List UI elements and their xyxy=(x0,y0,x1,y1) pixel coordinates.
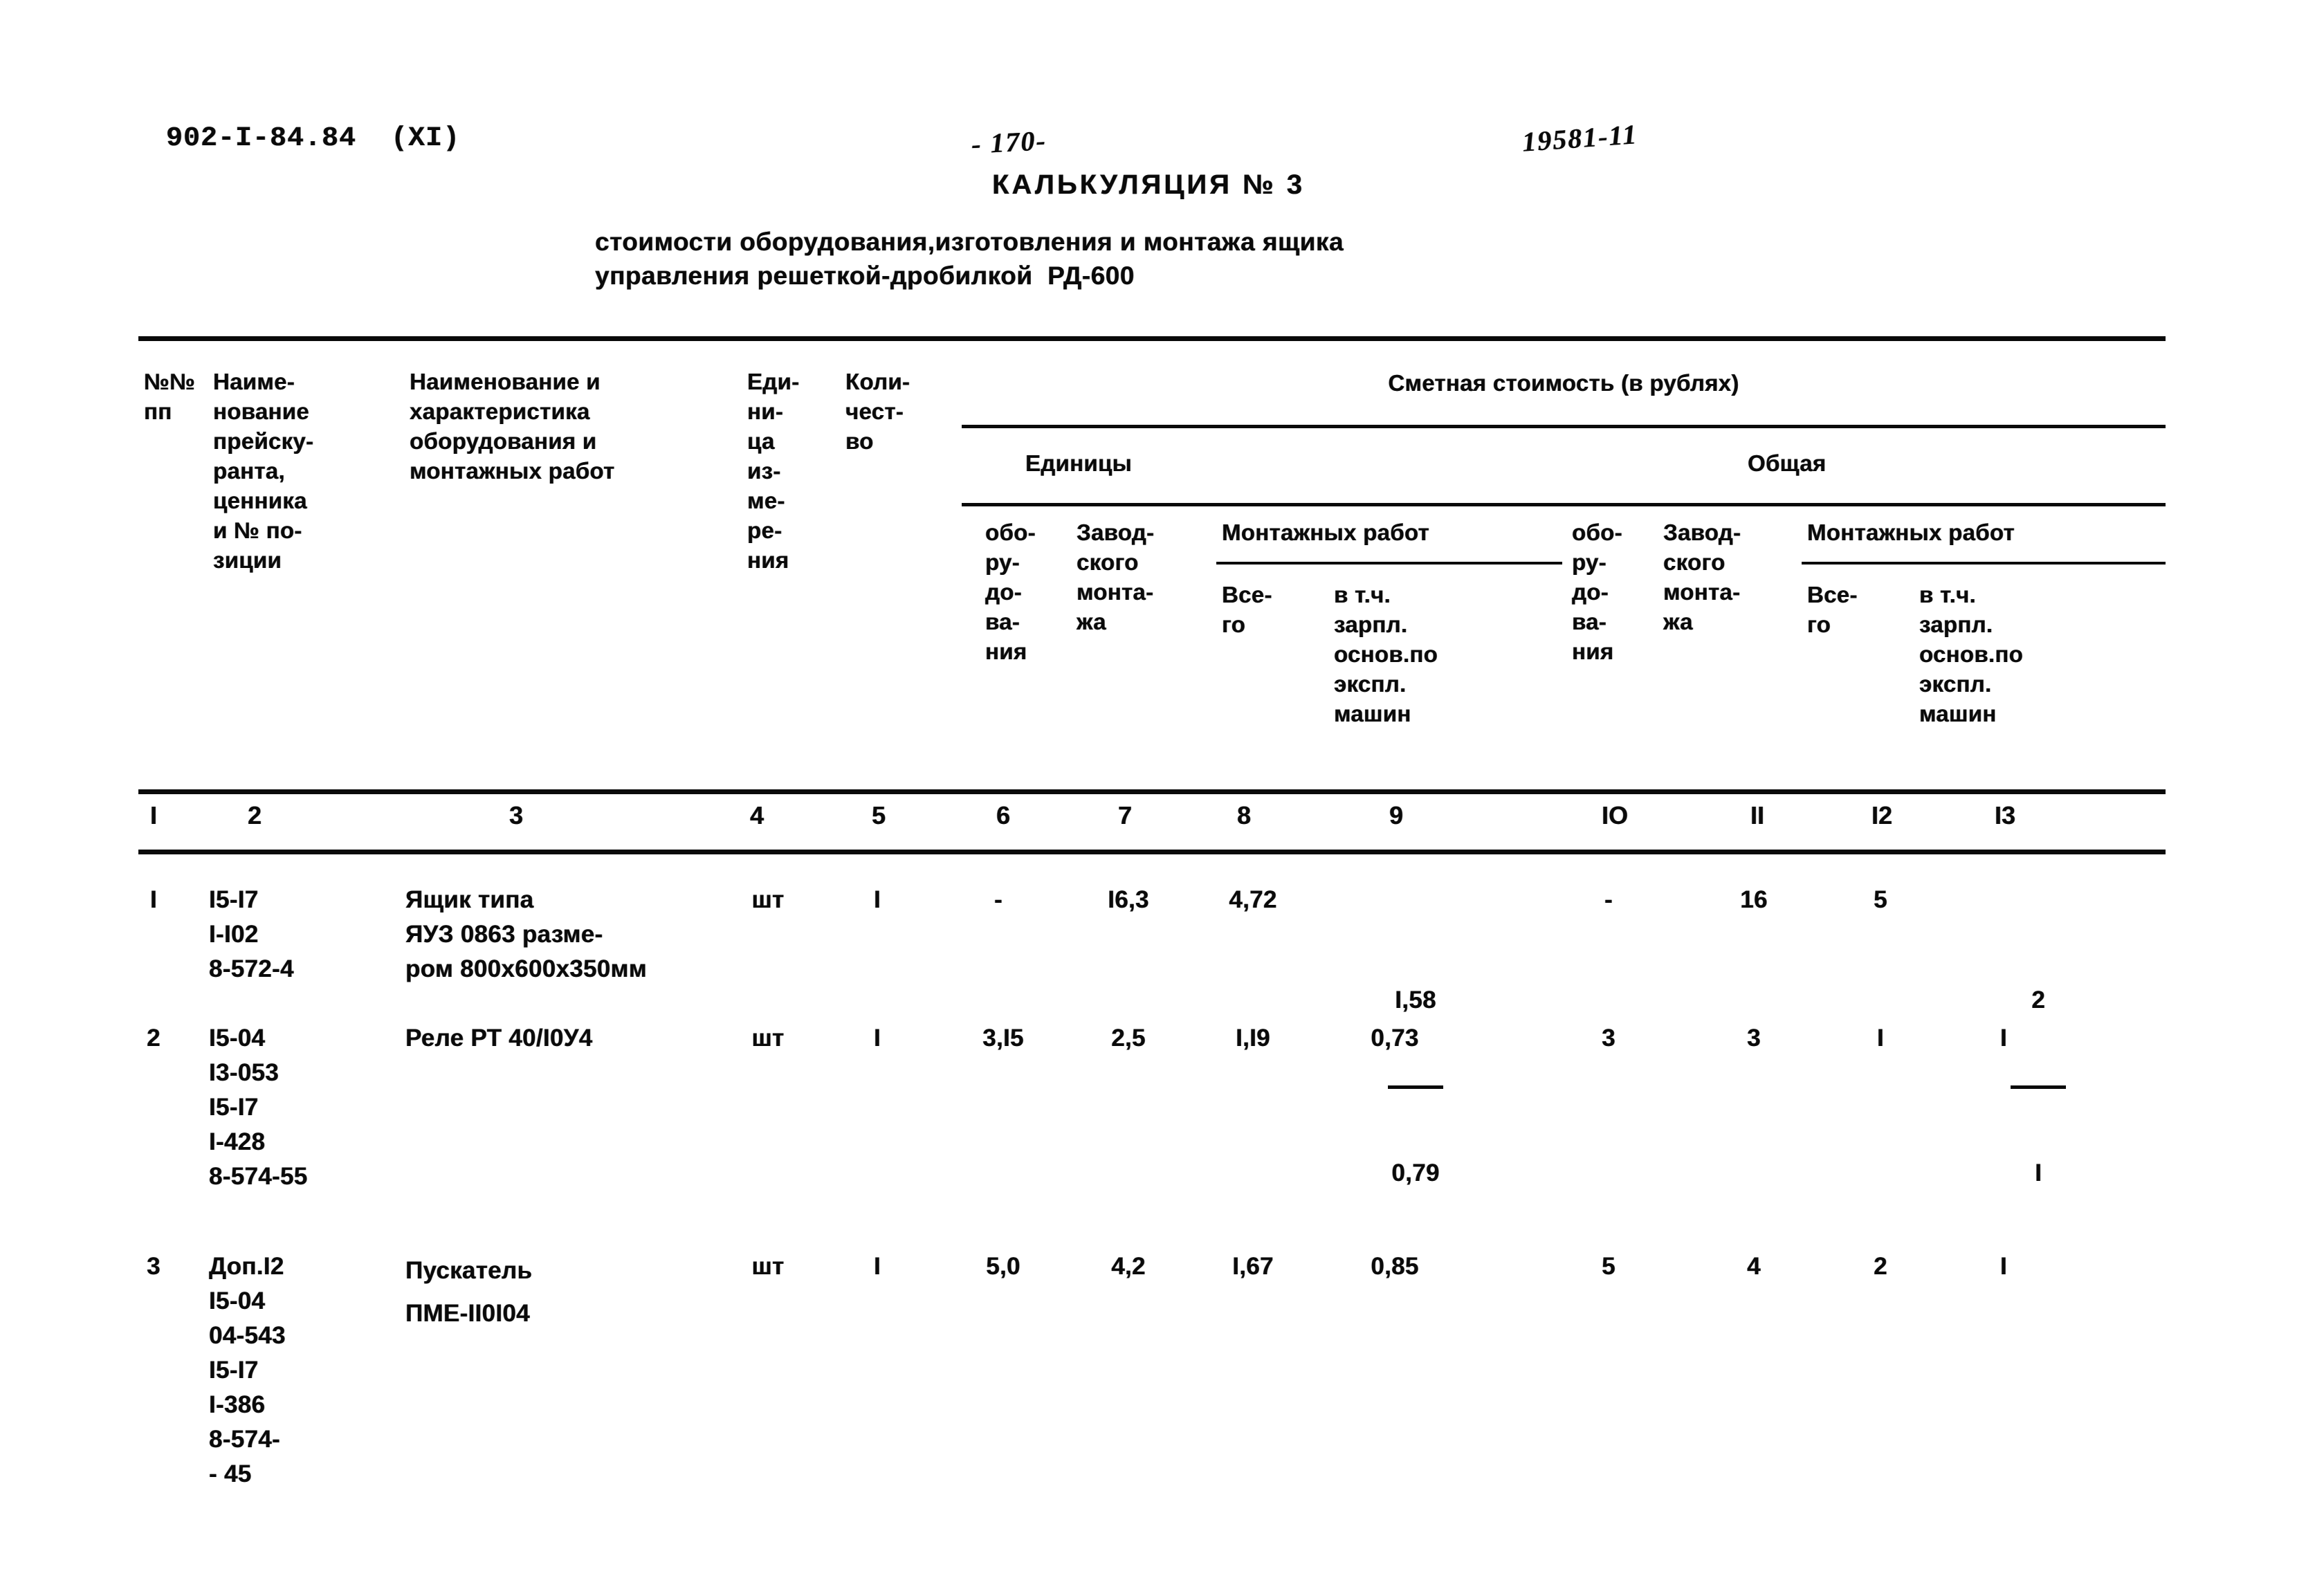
row-unit: шт xyxy=(751,1253,785,1280)
colnum-6: 6 xyxy=(996,801,1011,829)
col-header-equipment-total: обо- ру- до- ва- ния xyxy=(1572,520,1622,664)
row-total-equipment: - xyxy=(1604,886,1613,913)
montazh-unit-rule xyxy=(1216,562,1562,565)
row-number: 2 xyxy=(147,1025,161,1052)
page-subtitle-line1: стоимости оборудования,изготовления и мо… xyxy=(595,228,1344,256)
colnum-1: I xyxy=(149,801,157,829)
colnum-2: 2 xyxy=(247,801,262,829)
col-header-qty: Коли- чест- во xyxy=(845,369,910,454)
colnum-top-rule xyxy=(138,789,2166,794)
col-header-npp: №№ пп xyxy=(144,369,196,424)
montazh-total-rule xyxy=(1802,562,2166,565)
row-total-factory: 3 xyxy=(1747,1025,1761,1052)
row-unit-montazh-salary: 0,85 xyxy=(1371,1253,1419,1280)
row-number: 3 xyxy=(147,1253,161,1280)
col-header-factory-unit: Завод- ского монта- жа xyxy=(1077,520,1155,634)
col-header-montazh-unit: Монтажных работ xyxy=(1222,520,1430,545)
row-pricelist: I5-04 I3-053 I5-I7 I-428 8-574-55 xyxy=(209,1025,308,1190)
row-unit-factory: I6,3 xyxy=(1108,886,1149,913)
row-name: Ящик типа ЯУЗ 0863 разме- ром 800х600х35… xyxy=(405,886,647,982)
row-unit-equipment: 5,0 xyxy=(986,1253,1021,1280)
col-header-unit-group: Единицы xyxy=(1025,450,1133,476)
row-name: Пускатель ПМЕ-II0I04 xyxy=(405,1257,533,1327)
row-qty: I xyxy=(873,1253,881,1280)
row-unit-montazh-salary: 0,73 xyxy=(1371,1025,1419,1052)
row-unit-factory: 2,5 xyxy=(1111,1025,1146,1052)
fraction-bar xyxy=(2011,1085,2067,1089)
colnum-10: IO xyxy=(1601,801,1628,829)
row-name: Реле РТ 40/I0У4 xyxy=(405,1025,593,1052)
col-header-factory-total: Завод- ского монта- жа xyxy=(1663,520,1741,634)
fraction-denominator: I xyxy=(2035,1159,2042,1186)
colnum-11: II xyxy=(1750,801,1764,829)
colnum-bottom-rule xyxy=(138,850,2166,854)
page-number-handwritten: - 170- xyxy=(970,125,1047,160)
col-header-name: Наименование и характеристика оборудован… xyxy=(410,369,615,484)
col-header-pricelist: Наиме- нование прейску- ранта, ценника и… xyxy=(213,369,314,573)
col-header-montazh-salary-total: в т.ч. зарпл. основ.по экспл. машин xyxy=(1919,582,2024,726)
colnum-13: I3 xyxy=(1994,801,2016,829)
row-unit-equipment: - xyxy=(994,886,1003,913)
row-unit: шт xyxy=(751,886,785,913)
row-total-factory: 16 xyxy=(1740,886,1768,913)
row-unit-factory: 4,2 xyxy=(1111,1253,1146,1280)
col-header-montazh-salary-unit: в т.ч. зарпл. основ.по экспл. машин xyxy=(1334,582,1438,726)
row-qty: I xyxy=(873,1025,881,1052)
col-header-montazh-total-total: Все- го xyxy=(1807,582,1858,637)
row-number: I xyxy=(149,886,158,913)
row-unit-montazh-total: I,67 xyxy=(1232,1253,1274,1280)
row-total-montazh-total: 5 xyxy=(1874,886,1887,913)
document-code: 902-I-84.84 (XI) xyxy=(166,123,461,154)
document-page: 902-I-84.84 (XI) - 170- 19581-11 КАЛЬКУЛ… xyxy=(0,0,2297,1596)
colnum-7: 7 xyxy=(1117,801,1133,829)
row-qty: I xyxy=(873,886,881,913)
colnum-4: 4 xyxy=(749,801,765,829)
row-pricelist: Доп.I2 I5-04 04-543 I5-I7 I-386 8-574- -… xyxy=(209,1253,286,1487)
page-subtitle-line2: управления решеткой-дробилкой РД-600 xyxy=(595,262,1135,290)
col-header-smeta-group: Сметная стоимость (в рублях) xyxy=(1388,370,1739,396)
colnum-3: 3 xyxy=(509,801,524,829)
fraction-denominator: 0,79 xyxy=(1391,1159,1440,1186)
table-top-rule xyxy=(138,336,2166,341)
row-unit-montazh-total: I,I9 xyxy=(1236,1025,1270,1052)
colnum-8: 8 xyxy=(1236,801,1252,829)
col-header-total-group: Общая xyxy=(1748,450,1827,476)
col-header-unit: Еди- ни- ца из- ме- ре- ния xyxy=(747,369,800,573)
colnum-5: 5 xyxy=(871,801,886,829)
col-header-montazh-total-unit: Все- го xyxy=(1222,582,1272,637)
col-header-equipment-unit: обо- ру- до- ва- ния xyxy=(985,520,1036,664)
colnum-12: I2 xyxy=(1871,801,1893,829)
fraction-bar xyxy=(1387,1085,1444,1089)
smeta-group-rule xyxy=(962,425,2166,428)
col-header-montazh-total: Монтажных работ xyxy=(1807,520,2015,545)
fraction-numerator: 2 xyxy=(2031,987,2046,1013)
row-unit: шт xyxy=(751,1025,785,1052)
colnum-9: 9 xyxy=(1389,801,1404,829)
row-pricelist: I5-I7 I-I02 8-572-4 xyxy=(209,886,294,982)
row-total-montazh-salary: I xyxy=(1999,1025,2008,1052)
row-total-equipment: 5 xyxy=(1602,1253,1616,1280)
row-total-montazh-salary: 2 I xyxy=(1969,883,2067,1292)
row-total-montazh-total: 2 xyxy=(1874,1253,1887,1280)
page-title: КАЛЬКУЛЯЦИЯ № 3 xyxy=(992,169,1305,200)
row-total-montazh-total: I xyxy=(1876,1025,1885,1052)
row-unit-montazh-salary: I,58 0,79 xyxy=(1339,883,1450,1292)
row-total-factory: 4 xyxy=(1747,1253,1761,1280)
row-total-equipment: 3 xyxy=(1602,1025,1616,1052)
archive-stamp: 19581-11 xyxy=(1521,118,1639,158)
row-total-montazh-salary: I xyxy=(1999,1253,2008,1280)
row-unit-montazh-total: 4,72 xyxy=(1229,886,1277,913)
row-unit-equipment: 3,I5 xyxy=(982,1025,1024,1052)
fraction-numerator: I,58 xyxy=(1395,987,1436,1013)
unit-total-rule xyxy=(962,503,2166,506)
